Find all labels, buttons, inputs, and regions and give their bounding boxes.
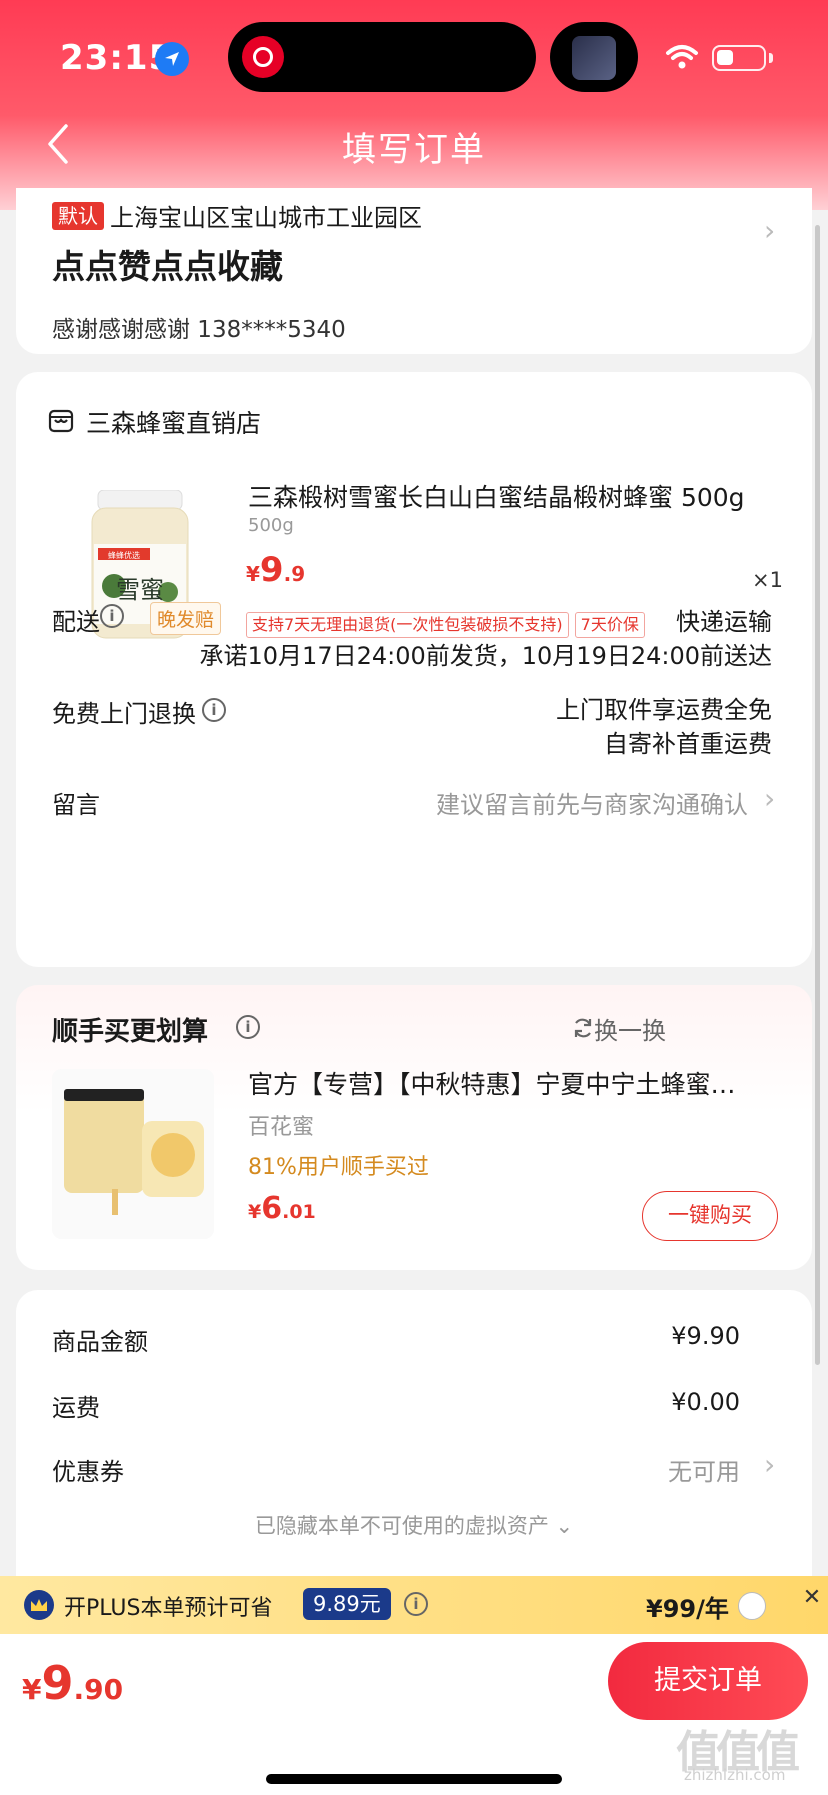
product-price: ¥9.9 xyxy=(246,550,305,590)
product-image-brand: 蜂蜂优选 xyxy=(108,550,140,560)
return-policy-badge: 支持7天无理由退货(一次性包装破损不支持) xyxy=(246,612,569,638)
delivery-method: 快递运输 xyxy=(676,608,772,636)
dynamic-island-media xyxy=(550,22,638,92)
price-decimal: .9 xyxy=(283,562,306,586)
message-label: 留言 xyxy=(52,791,100,819)
location-arrow-icon xyxy=(155,42,189,76)
order-summary-card: 商品金额 ¥9.90 运费 ¥0.00 优惠券 无可用 › 已隐藏本单不可使用的… xyxy=(16,1290,812,1590)
scrollbar[interactable] xyxy=(815,225,820,1365)
watermark-url: zhizhizhi.com xyxy=(684,1766,786,1784)
service-badges: 支持7天无理由退货(一次性包装破损不支持) 7天价保 xyxy=(246,612,651,638)
price-currency: ¥ xyxy=(248,1201,262,1223)
recommend-product-image[interactable] xyxy=(52,1069,214,1239)
chevron-right-icon: › xyxy=(764,782,776,815)
recommend-title: 顺手买更划算 xyxy=(52,1017,209,1047)
plus-promo-text: 开PLUS本单预计可省 xyxy=(64,1596,273,1621)
coupon-label: 优惠券 xyxy=(52,1458,124,1486)
shop-name[interactable]: 三森蜂蜜直销店 xyxy=(86,404,261,440)
home-indicator[interactable] xyxy=(266,1774,562,1784)
total-currency: ¥ xyxy=(22,1673,42,1706)
goods-amount-value: ¥9.90 xyxy=(671,1322,740,1350)
shop-card: 三森蜂蜜直销店 蜂蜂优选 雪蜜 三森椴树雪蜜长白山白蜜结晶椴树蜂蜜 500g 5… xyxy=(16,372,812,967)
address-line: 上海宝山区宝山城市工业园区 xyxy=(110,204,422,232)
delivery-info-icon[interactable]: i xyxy=(100,604,124,628)
default-address-tag: 默认 xyxy=(52,202,104,230)
album-art-icon xyxy=(572,36,616,80)
plus-saving-badge: 9.89元 xyxy=(303,1588,391,1620)
price-protect-badge: 7天价保 xyxy=(574,612,645,638)
late-compensation-tag: 晚发赔 xyxy=(150,602,222,635)
order-total: ¥9.90 xyxy=(22,1656,123,1710)
page-title: 填写订单 xyxy=(342,130,486,170)
submit-order-button[interactable]: 提交订单 xyxy=(608,1642,808,1720)
recipient-name: 点点赞点点收藏 xyxy=(52,247,283,286)
total-decimal: .90 xyxy=(73,1673,124,1706)
refresh-icon[interactable] xyxy=(572,1017,594,1039)
chevron-right-icon: › xyxy=(764,1448,776,1481)
battery-icon xyxy=(712,45,766,71)
chevron-right-icon: › xyxy=(764,214,776,247)
price-integer: 6 xyxy=(261,1191,283,1226)
music-app-icon xyxy=(242,36,284,78)
status-bar: 23:15 xyxy=(0,0,828,110)
refresh-button[interactable]: 换一换 xyxy=(594,1011,666,1046)
price-integer: 9 xyxy=(259,550,284,590)
shipping-label: 运费 xyxy=(52,1394,100,1422)
plus-info-icon[interactable]: i xyxy=(404,1592,428,1616)
crown-icon xyxy=(24,1590,54,1620)
recommend-product-title[interactable]: 官方【专营】【中秋特惠】宁夏中宁土蜂蜜… xyxy=(248,1065,788,1101)
message-input[interactable]: 建议留言前先与商家沟通确认 xyxy=(436,785,748,820)
coupon-value[interactable]: 无可用 xyxy=(668,1452,740,1487)
price-currency: ¥ xyxy=(246,562,260,586)
total-integer: 9 xyxy=(41,1656,74,1710)
shipping-value: ¥0.00 xyxy=(671,1388,740,1416)
battery-cap xyxy=(769,53,773,63)
free-return-label: 免费上门退换 xyxy=(52,700,196,728)
return-line-2: 自寄补首重运费 xyxy=(604,730,772,758)
address-card[interactable]: 默认 上海宝山区宝山城市工业园区 点点赞点点收藏 感谢感谢感谢 138****5… xyxy=(16,188,812,354)
return-line-1: 上门取件享运费全免 xyxy=(556,696,772,724)
hidden-assets-toggle[interactable]: 已隐藏本单不可使用的虚拟资产 ⌄ xyxy=(16,1510,812,1540)
hidden-assets-text: 已隐藏本单不可使用的虚拟资产 xyxy=(254,1514,549,1538)
recommend-card: 顺手买更划算 i 换一换 官方【专营】【中秋特惠】宁夏中宁土蜂蜜… 百花蜜 81… xyxy=(16,985,812,1270)
price-decimal: .01 xyxy=(282,1201,316,1223)
recommend-info-icon[interactable]: i xyxy=(236,1015,260,1039)
dynamic-island xyxy=(228,22,536,92)
delivery-promise: 承诺10月17日24:00前发货，10月19日24:00前送达 xyxy=(199,642,772,670)
product-spec: 500g xyxy=(248,515,294,536)
product-image-label: 雪蜜 xyxy=(116,576,164,604)
chevron-down-icon: ⌄ xyxy=(555,1514,574,1538)
product-quantity: ×1 xyxy=(752,568,783,592)
product-title[interactable]: 三森椴树雪蜜长白山白蜜结晶椴树蜂蜜 500g xyxy=(248,478,788,514)
plus-promo-bar[interactable]: 开PLUS本单预计可省 9.89元 i ¥99/年 ✕ xyxy=(0,1576,828,1634)
one-click-buy-button[interactable]: 一键购买 xyxy=(642,1191,778,1241)
shop-icon xyxy=(48,409,74,433)
recipient-contact: 感谢感谢感谢 138****5340 xyxy=(52,317,346,343)
close-icon[interactable]: ✕ xyxy=(796,1582,828,1614)
plus-price: ¥99/年 xyxy=(646,1595,729,1623)
recommend-product-price: ¥6.01 xyxy=(248,1191,316,1226)
wifi-icon xyxy=(666,45,698,69)
goods-amount-label: 商品金额 xyxy=(52,1328,148,1356)
recommend-product-stat: 81%用户顺手买过 xyxy=(248,1155,429,1180)
delivery-label: 配送 xyxy=(52,608,100,636)
recommend-product-sub: 百花蜜 xyxy=(248,1115,315,1140)
bottom-bar: ¥9.90 提交订单 值值值 zhizhizhi.com xyxy=(0,1634,828,1795)
return-info-icon[interactable]: i xyxy=(202,698,226,722)
plus-select-radio[interactable] xyxy=(738,1592,766,1620)
